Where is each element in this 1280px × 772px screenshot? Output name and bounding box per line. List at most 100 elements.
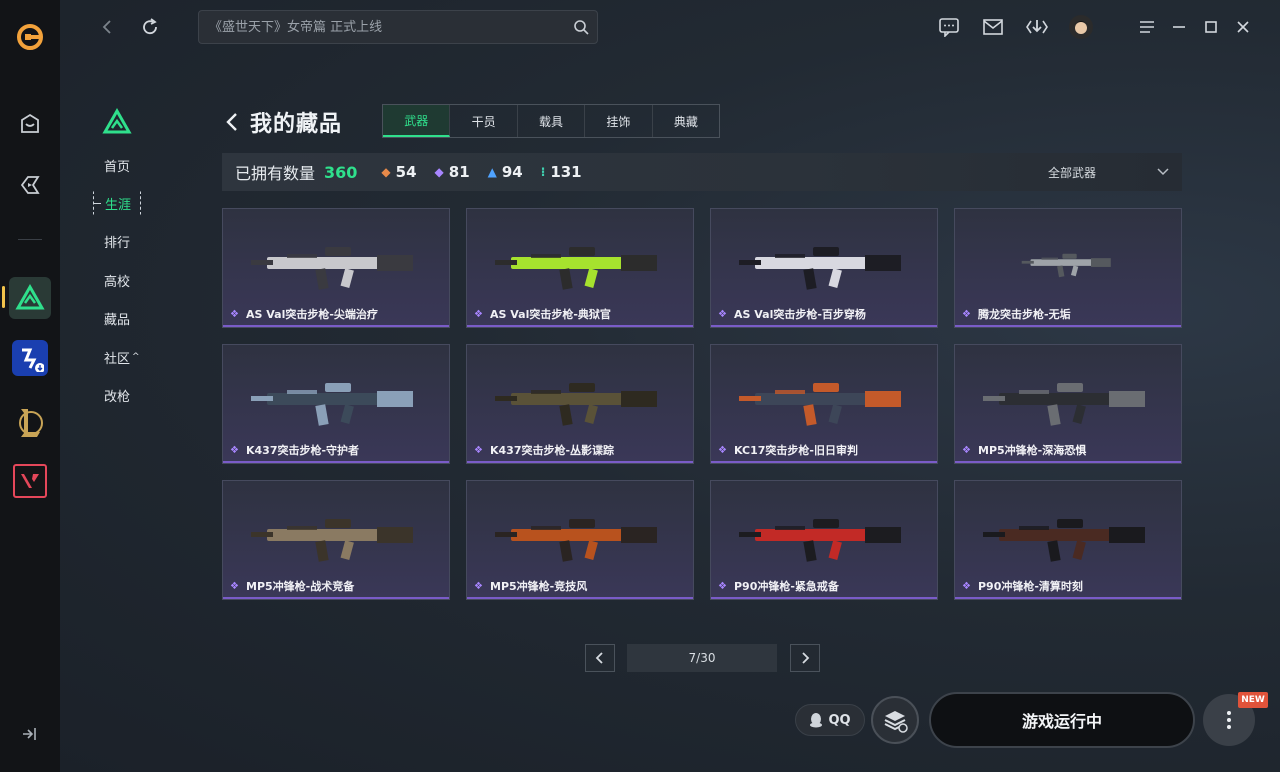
chevron-right-icon	[802, 652, 810, 664]
avatar[interactable]	[1068, 14, 1094, 40]
nav-item-gunsmith[interactable]: 改枪	[90, 383, 150, 407]
rarity-diamond-icon: ❖	[718, 309, 727, 320]
prev-page-button[interactable]	[585, 644, 615, 672]
collection-card[interactable]: ❖ MP5冲锋枪-竞技风	[466, 480, 694, 600]
league-of-legends-icon[interactable]	[9, 402, 51, 444]
rarity-count-orange: ◆ 54	[381, 163, 416, 181]
refresh-icon[interactable]	[137, 14, 163, 40]
collection-card[interactable]: ❖ AS Val突击步枪-典狱官	[466, 208, 694, 328]
search-box[interactable]	[198, 10, 598, 44]
item-name: AS Val突击步枪-百步穿杨	[734, 308, 866, 321]
back-icon[interactable]	[94, 14, 120, 40]
delta-force-icon[interactable]	[9, 277, 51, 319]
item-name: MP5冲锋枪-深海恐惧	[978, 444, 1087, 457]
nav-item-community-label: 社区	[104, 351, 131, 367]
collection-card[interactable]: ❖ MP5冲锋枪-深海恐惧	[954, 344, 1182, 464]
item-name: MP5冲锋枪-战术竞备	[246, 580, 355, 593]
weapon-image	[251, 383, 413, 426]
next-page-button[interactable]	[790, 644, 820, 672]
purple-diamond-icon: ◆	[434, 165, 444, 179]
qq-penguin-icon	[810, 713, 823, 728]
tab-weapons[interactable]: 武器	[383, 105, 451, 137]
blue-diamond-icon: ▲	[487, 165, 497, 179]
rarity-diamond-icon: ❖	[230, 581, 239, 592]
minimize-icon[interactable]	[1166, 14, 1192, 40]
weapon-image	[739, 519, 901, 562]
nav-item-ranking[interactable]: 排行	[90, 229, 150, 253]
rarity-diamond-icon: ❖	[718, 445, 727, 456]
close-icon[interactable]	[1230, 14, 1256, 40]
search-input[interactable]	[209, 11, 569, 43]
qq-label: QQ	[828, 712, 851, 728]
rarity-diamond-icon: ❖	[962, 445, 971, 456]
chevron-left-icon	[595, 652, 603, 664]
tab-operators[interactable]: 干员	[450, 105, 518, 137]
valorant-icon[interactable]	[13, 464, 47, 498]
maximize-icon[interactable]	[1198, 14, 1224, 40]
collection-card[interactable]: ❖ K437突击步枪-守护者	[222, 344, 450, 464]
item-name: 腾龙突击步枪-无垢	[978, 308, 1071, 321]
chat-icon[interactable]	[936, 14, 962, 40]
collection-card[interactable]: ❖ K437突击步枪-丛影谍踪	[466, 344, 694, 464]
page-indicator: 7/30	[627, 644, 777, 672]
rarity-count-value: 131	[550, 163, 582, 181]
app-logo[interactable]	[15, 22, 45, 52]
item-name: K437突击步枪-守护者	[246, 444, 360, 457]
weapon-image	[739, 247, 901, 290]
tab-charms[interactable]: 挂饰	[585, 105, 653, 137]
weapon-filter-dropdown[interactable]: 全部武器	[1048, 153, 1170, 191]
collection-card[interactable]: ❖ AS Val突击步枪-百步穿杨	[710, 208, 938, 328]
collection-card[interactable]: ❖ AS Val突击步枪-尖端治疗	[222, 208, 450, 328]
item-name: AS Val突击步枪-典狱官	[490, 308, 611, 321]
nav-item-collection[interactable]: 藏品	[90, 306, 150, 330]
game-library-button[interactable]	[871, 696, 919, 744]
orange-diamond-icon: ◆	[381, 165, 391, 179]
weapon-image	[983, 383, 1145, 426]
store-icon[interactable]	[16, 110, 44, 138]
weapon-image	[1021, 253, 1111, 278]
nav-item-career[interactable]: 生涯	[93, 191, 141, 215]
rarity-count-value: 81	[448, 163, 470, 181]
accelerator-icon[interactable]	[16, 171, 44, 199]
search-icon[interactable]	[573, 19, 589, 35]
download-icon[interactable]	[1024, 14, 1050, 40]
owned-count-label: 已拥有数量	[235, 164, 316, 183]
item-name: KC17突击步枪-旧日审判	[734, 444, 858, 457]
layers-icon	[884, 711, 908, 733]
chevron-up-icon: ^	[132, 352, 140, 362]
game-4-icon[interactable]	[12, 340, 48, 376]
game-running-button[interactable]: 游戏运行中	[929, 692, 1195, 748]
teal-diamond-icon: ⁝	[540, 165, 546, 179]
item-name: P90冲锋枪-紧急戒备	[734, 580, 839, 593]
weapon-image	[983, 519, 1145, 562]
rail-active-indicator	[2, 286, 5, 308]
rarity-diamond-icon: ❖	[230, 445, 239, 456]
collection-card[interactable]: ❖ P90冲锋枪-清算时刻	[954, 480, 1182, 600]
nav-item-home[interactable]: 首页	[90, 153, 150, 177]
nav-item-college[interactable]: 高校	[90, 268, 150, 292]
rarity-diamond-icon: ❖	[474, 445, 483, 456]
weapon-image	[495, 247, 657, 290]
category-tabs: 武器 干员 载具 挂饰 典藏	[382, 104, 720, 138]
collection-card[interactable]: ❖ P90冲锋枪-紧急戒备	[710, 480, 938, 600]
collection-card[interactable]: ❖ 腾龙突击步枪-无垢	[954, 208, 1182, 328]
tab-collectibles[interactable]: 典藏	[653, 105, 719, 137]
menu-icon[interactable]	[1134, 14, 1160, 40]
ownership-stats-bar: 已拥有数量 360 ◆ 54 ◆ 81 ▲ 94 ⁝ 131 全部武器	[222, 153, 1182, 191]
weapon-image	[251, 247, 413, 290]
left-rail	[0, 0, 60, 772]
rarity-diamond-icon: ❖	[474, 309, 483, 320]
tab-vehicles[interactable]: 载具	[518, 105, 586, 137]
rarity-count-purple: ◆ 81	[435, 163, 470, 181]
nav-item-community[interactable]: 社区 ^	[90, 345, 150, 369]
new-badge: NEW	[1238, 692, 1268, 708]
collapse-sidebar-icon[interactable]	[20, 724, 40, 744]
qq-button[interactable]: QQ	[795, 704, 865, 736]
rarity-diamond-icon: ❖	[962, 309, 971, 320]
weapon-image	[251, 519, 413, 562]
page-back-icon[interactable]	[222, 110, 244, 134]
collection-card[interactable]: ❖ KC17突击步枪-旧日审判	[710, 344, 938, 464]
collection-card[interactable]: ❖ MP5冲锋枪-战术竞备	[222, 480, 450, 600]
mail-icon[interactable]	[980, 14, 1006, 40]
weapon-image	[495, 383, 657, 426]
